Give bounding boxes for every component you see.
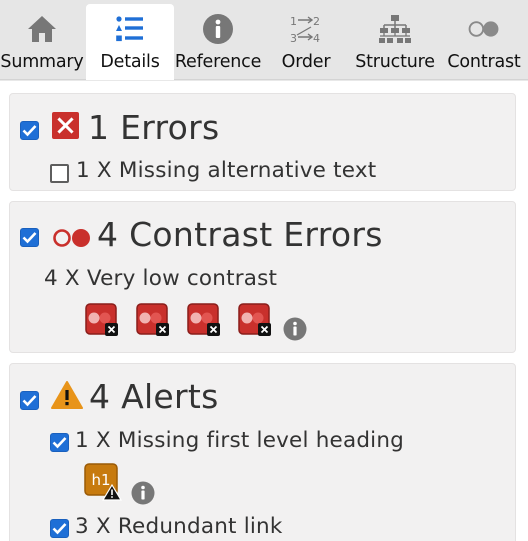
h1-badge-text: h1 — [91, 471, 110, 489]
contrast-error-marker[interactable] — [238, 303, 272, 337]
tab-label: Contrast — [447, 52, 521, 72]
very-low-contrast-label: 4 X Very low contrast — [44, 266, 278, 291]
order-icon: 1 2 3 4 — [289, 12, 323, 46]
contrast-error-marker[interactable] — [187, 303, 221, 337]
tab-order[interactable]: 1 2 3 4 Order — [262, 4, 350, 80]
tab-details[interactable]: Details — [86, 4, 174, 80]
contrast-icon — [467, 12, 501, 46]
alerts-toggle-checkbox[interactable] — [20, 391, 39, 410]
redundant-link-label: 3 X Redundant link — [75, 514, 283, 539]
missing-alt-text-label: 1 X Missing alternative text — [76, 158, 377, 183]
alert-icon — [51, 380, 83, 410]
tab-reference[interactable]: Reference — [174, 4, 262, 80]
list-icon — [113, 12, 147, 46]
contrast-info-icon[interactable] — [283, 317, 307, 341]
home-icon — [25, 12, 59, 46]
info-icon — [201, 12, 235, 46]
svg-text:2: 2 — [313, 15, 320, 28]
structure-icon — [378, 12, 412, 46]
redundant-link-checkbox[interactable] — [50, 519, 69, 538]
tab-label: Summary — [0, 52, 84, 72]
svg-text:4: 4 — [313, 32, 320, 45]
missing-h1-checkbox[interactable] — [50, 433, 69, 452]
contrast-error-marker[interactable] — [136, 303, 170, 337]
svg-text:1: 1 — [290, 15, 297, 28]
tab-label: Structure — [355, 52, 435, 72]
tab-bar: Summary Details Reference 1 2 3 4 Order … — [0, 0, 528, 80]
details-content: 1 Errors 1 X Missing alternative text 4 … — [0, 81, 528, 541]
tab-label: Order — [281, 52, 331, 72]
tab-label: Details — [100, 52, 160, 72]
errors-toggle-checkbox[interactable] — [20, 121, 39, 140]
h1-info-icon[interactable] — [131, 481, 155, 505]
alerts-section: 4 Alerts 1 X Missing first level heading… — [9, 363, 516, 541]
contrast-error-icon — [52, 226, 92, 250]
error-icon — [52, 112, 79, 139]
contrast-toggle-checkbox[interactable] — [20, 228, 39, 247]
alerts-heading: 4 Alerts — [89, 377, 219, 416]
contrast-error-marker[interactable] — [85, 303, 119, 337]
contrast-errors-heading: 4 Contrast Errors — [97, 215, 383, 254]
errors-heading: 1 Errors — [88, 108, 220, 147]
missing-h1-label: 1 X Missing first level heading — [75, 428, 405, 453]
tab-label: Reference — [174, 52, 262, 72]
contrast-errors-section: 4 Contrast Errors 4 X Very low contrast — [9, 201, 516, 353]
missing-alt-text-checkbox[interactable] — [50, 164, 69, 183]
tab-contrast[interactable]: Contrast — [440, 4, 528, 80]
svg-text:3: 3 — [290, 32, 297, 45]
h1-alert-marker[interactable]: h1 — [84, 463, 124, 501]
tab-structure[interactable]: Structure — [350, 4, 440, 80]
errors-section: 1 Errors 1 X Missing alternative text — [9, 93, 516, 191]
tab-summary[interactable]: Summary — [0, 4, 84, 80]
